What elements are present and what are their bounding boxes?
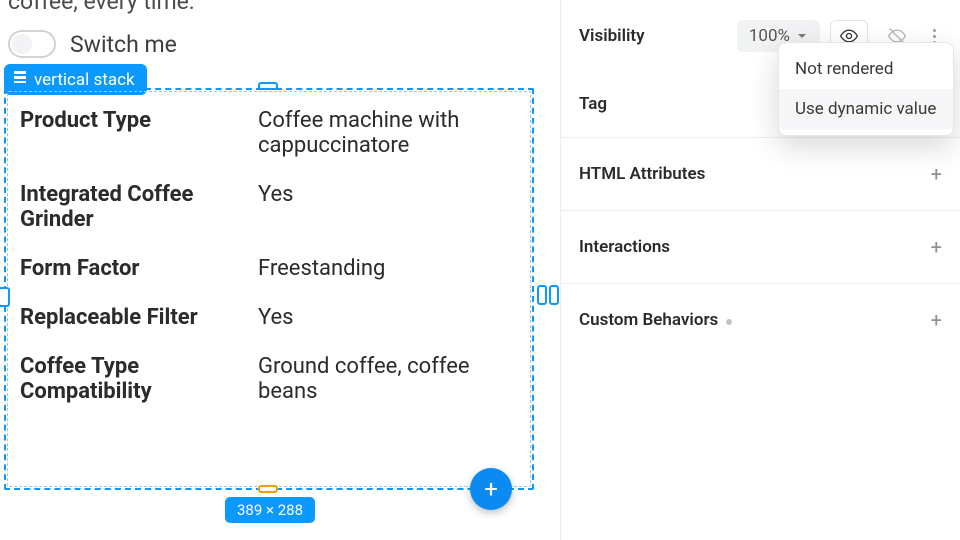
section-label: Interactions	[579, 237, 670, 257]
chevron-down-icon	[796, 30, 808, 42]
resize-handle-bottom[interactable]	[258, 485, 278, 493]
spec-val: Yes	[258, 182, 520, 232]
section-label: Custom Behaviors	[579, 310, 732, 330]
section-custom-behaviors[interactable]: Custom Behaviors +	[579, 290, 942, 350]
add-element-button[interactable]: +	[470, 468, 512, 510]
spec-key: Product Type	[20, 108, 258, 158]
popover-item-use-dynamic-value[interactable]: Use dynamic value	[779, 89, 953, 129]
section-interactions[interactable]: Interactions +	[579, 217, 942, 277]
spec-key: Form Factor	[20, 256, 258, 281]
page-text-fragment: coffee, every time.	[8, 0, 195, 15]
switch-label: Switch me	[70, 31, 177, 58]
inspector-panel: Visibility 100% Tag Box <div> HTML Attri…	[560, 0, 960, 540]
plus-icon[interactable]: +	[931, 308, 942, 332]
spec-key: Integrated Coffee Grinder	[20, 182, 258, 232]
switch-toggle[interactable]	[8, 30, 56, 58]
spec-val: Freestanding	[258, 256, 520, 281]
tag-label: Tag	[579, 94, 607, 114]
stack-vertical-icon	[12, 69, 28, 90]
selection-type-label: vertical stack	[34, 70, 135, 90]
plus-icon: +	[484, 475, 498, 503]
visibility-label: Visibility	[579, 26, 645, 46]
resize-handle-top[interactable]	[258, 82, 278, 90]
spec-val: Coffee machine with cappuccinatore	[258, 108, 520, 158]
spec-key: Replaceable Filter	[20, 305, 258, 330]
selection-dimensions-badge: 389 × 288	[225, 497, 315, 523]
switch-row: Switch me	[8, 30, 177, 58]
spec-val: Yes	[258, 305, 520, 330]
resize-handle-left[interactable]	[0, 287, 10, 307]
plus-icon[interactable]: +	[931, 235, 942, 259]
spec-grid: Product Type Coffee machine with cappucc…	[20, 108, 520, 404]
popover-item-not-rendered[interactable]: Not rendered	[779, 49, 953, 89]
section-html-attributes[interactable]: HTML Attributes +	[579, 144, 942, 204]
spec-val: Ground coffee, coffee beans	[258, 354, 520, 404]
section-label: HTML Attributes	[579, 164, 705, 184]
design-canvas[interactable]: coffee, every time. Switch me vertical s…	[0, 0, 560, 540]
visibility-options-popover: Not rendered Use dynamic value	[778, 42, 954, 136]
plus-icon[interactable]: +	[931, 162, 942, 186]
indicator-dot-icon	[726, 319, 732, 325]
resize-handle-right[interactable]	[536, 287, 560, 303]
spec-key: Coffee Type Compatibility	[20, 354, 258, 404]
